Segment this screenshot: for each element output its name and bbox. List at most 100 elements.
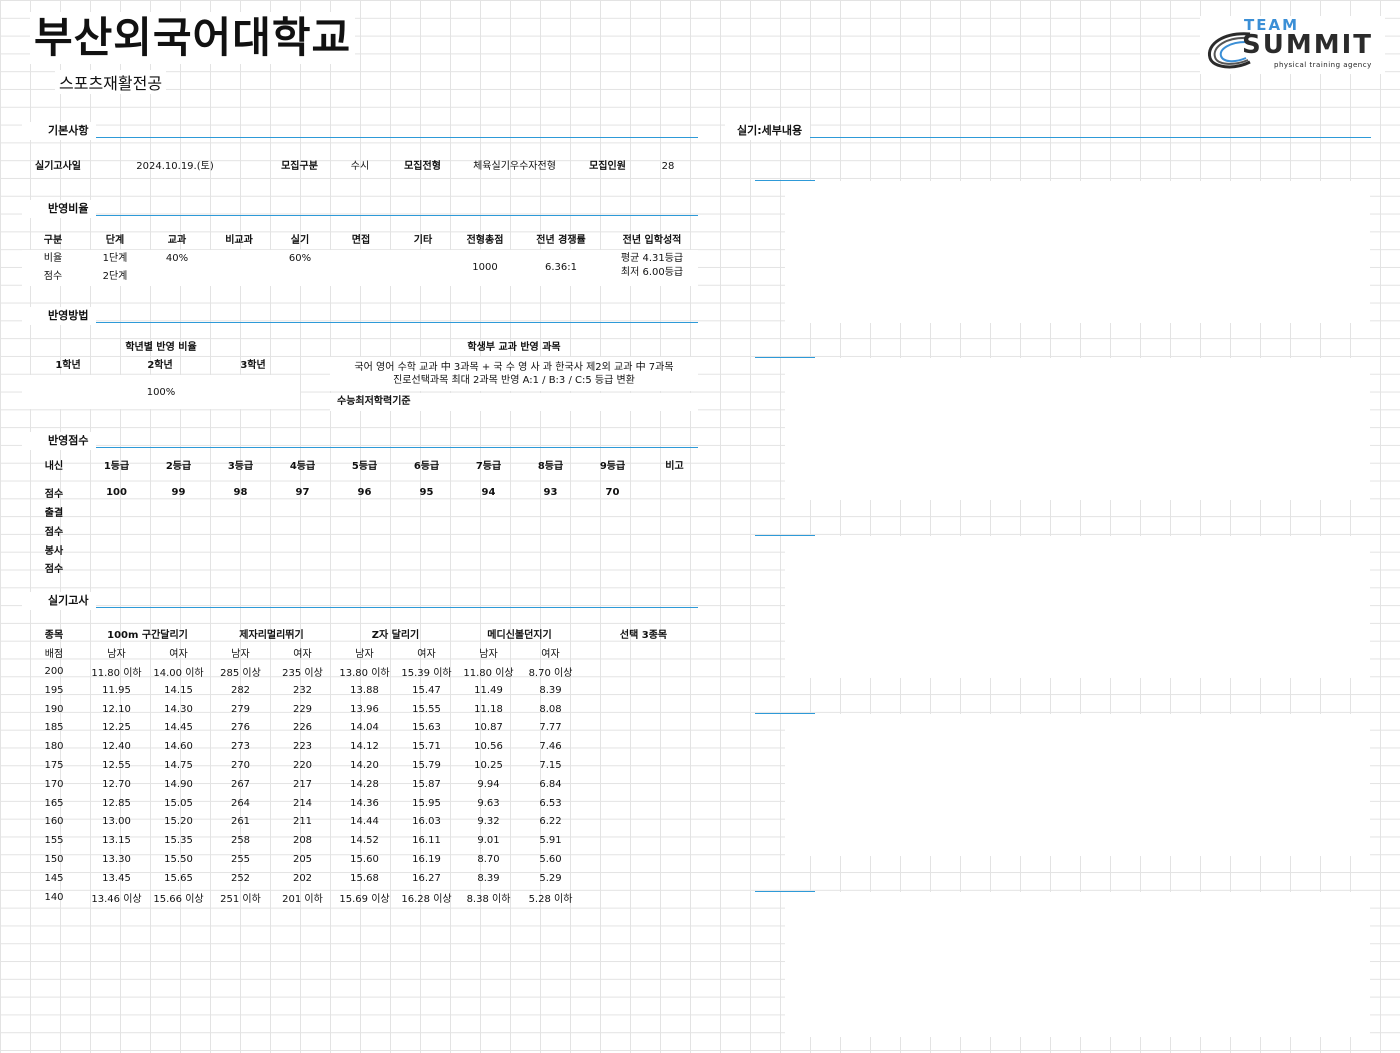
practical-cell: 14.28 bbox=[350, 778, 379, 790]
practical-cell: 9.01 bbox=[477, 835, 500, 847]
practical-cell: 8.39 bbox=[539, 684, 562, 696]
score-row-label: 점수 bbox=[44, 489, 64, 501]
practical-header: 100m 구간달리기 bbox=[107, 630, 188, 642]
practical-cell: 5.29 bbox=[539, 872, 562, 884]
male-label: 남자 bbox=[107, 649, 126, 661]
practical-cell: 14.60 bbox=[164, 741, 193, 753]
score-extra-row: 봉사 bbox=[23, 540, 706, 559]
ratio-header: 실기 bbox=[290, 235, 310, 246]
practical-cell: 9.94 bbox=[477, 778, 500, 790]
practical-cell: 11.80 이하 bbox=[91, 667, 142, 679]
score-header: 4등급 bbox=[289, 461, 316, 473]
practical-score: 195 bbox=[44, 684, 64, 696]
score-value: 96 bbox=[357, 487, 372, 499]
practical-cell: 205 bbox=[292, 853, 313, 865]
practical-cell: 14.15 bbox=[164, 684, 193, 696]
practical-cell: 279 bbox=[230, 703, 251, 715]
practical-cell: 14.30 bbox=[164, 703, 193, 715]
detail-box-5 bbox=[785, 892, 1370, 1037]
practical-row: 180 12.40 14.60 273 223 14.12 15.71 10.56 7.46 bbox=[23, 737, 706, 756]
practical-cell: 7.46 bbox=[539, 741, 562, 753]
practical-cell: 14.36 bbox=[350, 797, 379, 809]
practical-score: 200 bbox=[44, 665, 64, 677]
practical-cell: 232 bbox=[292, 684, 313, 696]
practical-cell: 8.08 bbox=[539, 703, 562, 715]
score-value: 99 bbox=[171, 487, 186, 499]
score-header: 내신 bbox=[44, 461, 64, 473]
section-ratio-label: 반영비율 bbox=[22, 200, 97, 218]
practical-cell: 5.28 이하 bbox=[528, 893, 573, 905]
practical-cell: 276 bbox=[230, 722, 251, 734]
practical-cell: 10.56 bbox=[474, 741, 503, 753]
practical-cell: 15.68 bbox=[350, 872, 379, 884]
practical-cell: 7.15 bbox=[539, 759, 562, 771]
practical-row: 165 12.85 15.05 264 214 14.36 15.95 9.63 6.53 bbox=[23, 794, 706, 813]
score-extra-label: 봉사 bbox=[44, 545, 64, 557]
practical-cell: 13.80 이하 bbox=[339, 667, 390, 679]
practical-cell: 15.69 이상 bbox=[339, 893, 390, 905]
practical-score: 160 bbox=[44, 816, 64, 828]
practical-table: 종목 100m 구간달리기 제자리멀리뛰기 Z자 달리기 메디신볼던지기 선택 … bbox=[22, 624, 706, 907]
practical-cell: 7.77 bbox=[539, 722, 562, 734]
practical-cell: 10.87 bbox=[474, 722, 503, 734]
practical-cell: 202 bbox=[292, 872, 313, 884]
practical-cell: 13.15 bbox=[102, 835, 131, 847]
practical-cell: 13.46 이상 bbox=[91, 893, 142, 905]
practical-score: 145 bbox=[44, 872, 64, 884]
practical-cell: 14.44 bbox=[350, 816, 379, 828]
practical-row: 155 13.15 15.35 258 208 14.52 16.11 9.01 5.91 bbox=[23, 831, 706, 850]
practical-cell: 15.55 bbox=[412, 703, 441, 715]
practical-cell: 8.70 이상 bbox=[528, 667, 573, 679]
exam-date-value: 2024.10.19.(토) bbox=[136, 161, 214, 172]
practical-cell: 8.38 이하 bbox=[466, 893, 511, 905]
practical-cell: 11.18 bbox=[474, 703, 503, 715]
practical-cell: 12.70 bbox=[102, 778, 131, 790]
score-header-row: 내신 1등급 2등급 3등급 4등급 5등급 6등급 7등급 8등급 9등급 비… bbox=[23, 456, 706, 475]
practical-cell: 229 bbox=[292, 703, 313, 715]
practical-cell: 13.30 bbox=[102, 853, 131, 865]
practical-rows: 200 11.80 이하 14.00 이하 285 이상 235 이상 13.80 이하 1… bbox=[23, 662, 706, 906]
practical-cell: 267 bbox=[230, 778, 251, 790]
logo-summit-text: SUMMIT bbox=[1242, 30, 1373, 60]
practical-row: 175 12.55 14.75 270 220 14.20 15.79 10.25 7.15 bbox=[23, 756, 706, 775]
practical-cell: 12.40 bbox=[102, 741, 131, 753]
score-header: 1등급 bbox=[103, 461, 130, 473]
practical-row: 195 11.95 14.15 282 232 13.88 15.47 11.49 8.39 bbox=[23, 681, 706, 700]
ratio-row2-label: 점수 bbox=[43, 271, 63, 282]
practical-cell: 15.05 bbox=[164, 797, 193, 809]
track-value: 체육실기우수자전형 bbox=[473, 161, 556, 172]
ratio-prev-grade-min: 최저 6.00등급 bbox=[620, 267, 684, 278]
practical-cell: 264 bbox=[230, 797, 251, 809]
score-table: 내신 1등급 2등급 3등급 4등급 5등급 6등급 7등급 8등급 9등급 비… bbox=[22, 455, 706, 578]
practical-cell: 217 bbox=[292, 778, 313, 790]
female-label: 여자 bbox=[293, 649, 312, 661]
practical-cell: 15.60 bbox=[350, 853, 379, 865]
practical-row: 150 13.30 15.50 255 205 15.60 16.19 8.70 5.60 bbox=[23, 850, 706, 869]
practical-cell: 211 bbox=[292, 816, 313, 828]
practical-cell: 15.95 bbox=[412, 797, 441, 809]
practical-cell: 208 bbox=[292, 835, 313, 847]
practical-cell: 282 bbox=[230, 684, 251, 696]
score-value: 95 bbox=[419, 487, 434, 499]
section-basic: 기본사항 bbox=[22, 119, 698, 140]
score-extra-label: 점수 bbox=[44, 564, 64, 576]
practical-cell: 11.49 bbox=[474, 684, 503, 696]
practical-cell: 15.87 bbox=[412, 778, 441, 790]
practical-cell: 13.45 bbox=[102, 872, 131, 884]
practical-score: 150 bbox=[44, 853, 64, 865]
score-header: 2등급 bbox=[165, 461, 192, 473]
practical-cell: 14.90 bbox=[164, 778, 193, 790]
csat-label: 수능최저학력기준 bbox=[337, 396, 411, 407]
practical-cell: 15.35 bbox=[164, 835, 193, 847]
practical-row: 160 13.00 15.20 261 211 14.44 16.03 9.32 6.22 bbox=[23, 812, 706, 831]
subjects-line1: 국어 영어 수학 교과 中 3과목 + 국 수 영 사 과 한국사 제2외 교과… bbox=[354, 362, 674, 373]
practical-score: 170 bbox=[44, 778, 64, 790]
type-label: 모집구분 bbox=[281, 161, 318, 172]
grade-ratio-value: 100% bbox=[146, 387, 176, 398]
ratio-header: 비교과 bbox=[225, 235, 253, 246]
practical-score: 180 bbox=[44, 741, 64, 753]
ratio-header: 기타 bbox=[413, 235, 433, 246]
score-extra-row: 출결 bbox=[23, 502, 706, 521]
score-header: 5등급 bbox=[351, 461, 378, 473]
ratio-header: 전년 경쟁률 bbox=[536, 235, 586, 246]
